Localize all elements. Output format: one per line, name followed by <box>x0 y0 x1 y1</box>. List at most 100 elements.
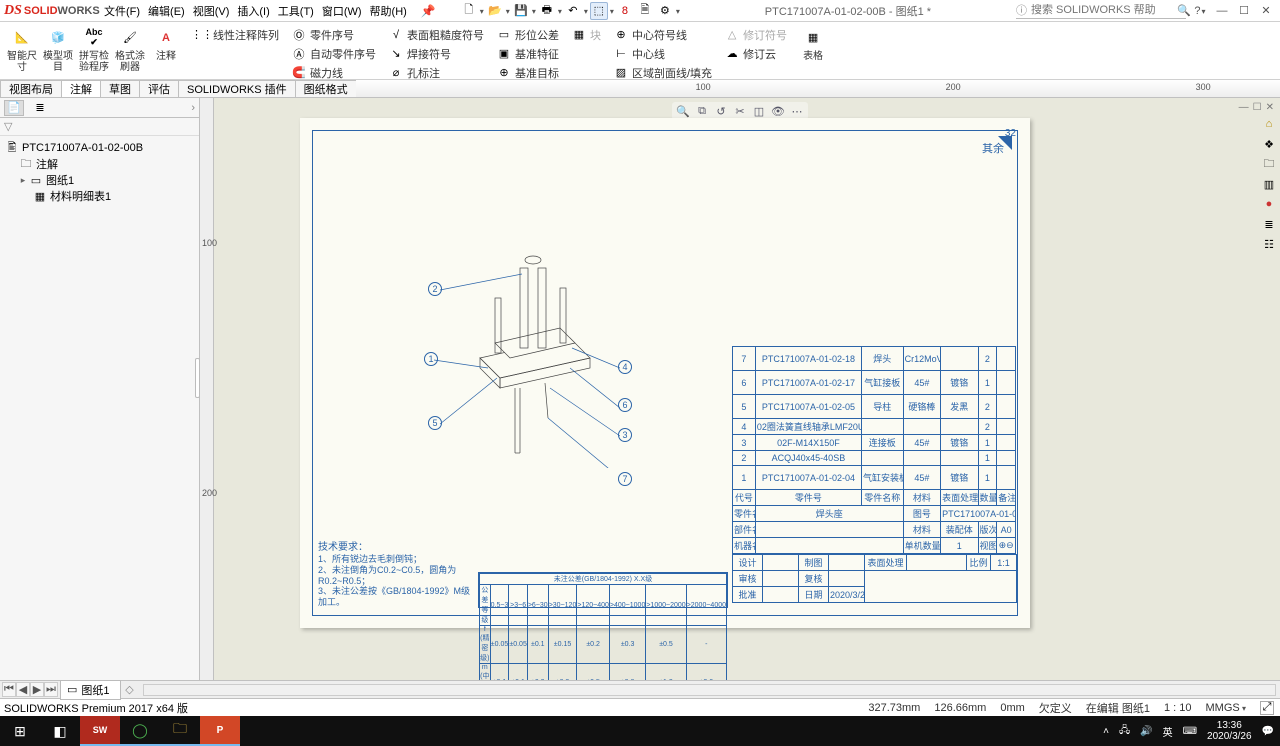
print-icon[interactable]: 🖶 <box>538 2 556 20</box>
note-button[interactable]: A注释 <box>148 24 184 64</box>
bom-row[interactable]: 2ACQJ40x45-40SB1 <box>733 451 1016 466</box>
zoom-fit-icon[interactable]: 🔍 <box>675 103 691 119</box>
linear-pattern-button[interactable]: ⋮⋮线性注释阵列 <box>190 26 283 43</box>
status-scale[interactable]: 1 : 10 <box>1164 702 1192 714</box>
search-input[interactable] <box>1031 4 1173 16</box>
options-icon[interactable]: 🗎 <box>636 2 654 20</box>
taskbar-explorer[interactable]: 🗀 <box>160 716 200 746</box>
close-button[interactable]: ✕ <box>1258 4 1274 17</box>
tree-annotations[interactable]: 🗀注解 <box>4 156 195 172</box>
expand-icon[interactable]: › <box>191 102 195 114</box>
filter-row[interactable]: ▽ <box>0 118 199 136</box>
model-items-button[interactable]: 🧊模型项目 <box>40 24 76 75</box>
datum-feature-button[interactable]: ▣基准特征 <box>492 45 563 62</box>
magnetic-line-button[interactable]: 🧲磁力线 <box>287 64 380 81</box>
bom-table[interactable]: 7PTC171007A-01-02-18焊头Cr12MoV26PTC171007… <box>732 346 1016 603</box>
minimize-button[interactable]: — <box>1214 5 1230 17</box>
hide-icon[interactable]: 👁 <box>770 103 786 119</box>
more-icon[interactable]: ⋯ <box>789 103 805 119</box>
dropdown-icon[interactable] <box>584 5 588 17</box>
dropdown-icon[interactable] <box>558 5 562 17</box>
format-painter-button[interactable]: 🖌格式涂刷器 <box>112 24 148 75</box>
display-icon[interactable]: ◫ <box>751 103 767 119</box>
taskbar-browser[interactable]: ◯ <box>120 716 160 746</box>
prev-view-icon[interactable]: ↺ <box>713 103 729 119</box>
tree-sheet[interactable]: ▸▭图纸1 <box>4 172 195 188</box>
settings-icon[interactable]: ⚙ <box>656 2 674 20</box>
property-tab[interactable]: ≣ <box>30 100 50 116</box>
tab-sketch[interactable]: 草图 <box>100 80 140 97</box>
tray-ime[interactable]: 英 <box>1163 724 1173 739</box>
doc-min-icon[interactable]: — <box>1239 102 1249 113</box>
task-view-button[interactable]: ◧ <box>40 716 80 746</box>
dropdown-icon[interactable] <box>610 5 614 17</box>
balloon-2[interactable]: 2 <box>428 282 442 296</box>
balloon-button[interactable]: Ⓞ零件序号 <box>287 26 380 43</box>
tab-evaluate[interactable]: 评估 <box>139 80 179 97</box>
bom-row[interactable]: 6PTC171007A-01-02-17气缸接板45#镀铬1 <box>733 371 1016 395</box>
tray-chevron-icon[interactable]: ˄ <box>1103 726 1109 737</box>
tray-network-icon[interactable]: 🖧 <box>1119 723 1130 740</box>
surface-finish-button[interactable]: √表面粗糙度符号 <box>384 26 488 43</box>
resources-icon[interactable]: ❖ <box>1261 136 1277 152</box>
search-box[interactable]: ⓘ 🔍 <box>1016 2 1186 19</box>
add-sheet-button[interactable]: ◇ <box>121 683 139 696</box>
tab-sheet-format[interactable]: 图纸格式 <box>295 80 357 97</box>
rebuild-icon[interactable]: 8 <box>616 2 634 20</box>
menu-insert[interactable]: 插入(I) <box>233 3 273 19</box>
undo-icon[interactable]: ↶ <box>564 2 582 20</box>
balloon-4[interactable]: 4 <box>618 360 632 374</box>
tolerance-table[interactable]: 未注公差(GB/1804-1992) X.X级 公差等级0.5~3>3~6>6~… <box>478 572 728 608</box>
view-palette-icon[interactable]: ▥ <box>1261 176 1277 192</box>
section-icon[interactable]: ✂ <box>732 103 748 119</box>
doc-close-icon[interactable]: ✕ <box>1266 102 1274 113</box>
tab-addins[interactable]: SOLIDWORKS 插件 <box>178 80 296 97</box>
tech-requirements[interactable]: 技术要求： 1、所有锐边去毛刺倒钝； 2、未注倒角为C0.2~C0.5，圆角为R… <box>318 542 478 608</box>
taskbar-powerpoint[interactable]: P <box>200 716 240 746</box>
hole-callout-button[interactable]: ⌀孔标注 <box>384 64 488 81</box>
bom-row[interactable]: 7PTC171007A-01-02-18焊头Cr12MoV2 <box>733 347 1016 371</box>
smart-dimension-button[interactable]: 📐智能尺寸 <box>4 24 40 75</box>
tab-view-layout[interactable]: 视图布局 <box>0 80 62 97</box>
tree-root[interactable]: 🖺PTC171007A-01-02-00B <box>4 140 195 156</box>
h-scrollbar[interactable] <box>143 684 1276 696</box>
next-sheet-button[interactable]: ▶ <box>30 682 44 697</box>
table-button[interactable]: ▦表格 <box>795 24 831 64</box>
drawing-sheet[interactable]: 其余 32 <box>300 118 1030 628</box>
appearances-icon[interactable]: ● <box>1261 196 1277 212</box>
bom-row[interactable]: 402圈法簧直线轴承LMF20UU2 <box>733 419 1016 435</box>
menu-edit[interactable]: 编辑(E) <box>144 3 189 19</box>
expand-toggle[interactable]: ▸ <box>18 175 28 186</box>
spell-check-button[interactable]: Abc✔拼写检验程序 <box>76 24 112 75</box>
centerline-button[interactable]: ⊢中心线 <box>609 45 716 62</box>
library-icon[interactable]: 🗀 <box>1261 156 1277 172</box>
open-icon[interactable]: 📂 <box>486 2 504 20</box>
zoom-area-icon[interactable]: ⧉ <box>694 103 710 119</box>
datum-target-button[interactable]: ⊕基准目标 <box>492 64 563 81</box>
taskbar-solidworks[interactable]: SW <box>80 716 120 746</box>
search-icon[interactable]: 🔍 <box>1177 4 1191 17</box>
center-mark-button[interactable]: ⊕中心符号线 <box>609 26 716 43</box>
menu-view[interactable]: 视图(V) <box>189 3 234 19</box>
bom-row[interactable]: 5PTC171007A-01-02-05导柱硬铬棒发黑2 <box>733 395 1016 419</box>
balloon-7[interactable]: 7 <box>618 472 632 486</box>
balloon-5[interactable]: 5 <box>428 416 442 430</box>
feature-tree-tab[interactable]: 📄 <box>4 100 24 116</box>
tray-notifications-icon[interactable]: 💬 <box>1262 726 1274 737</box>
tree-bom[interactable]: ▦材料明细表1 <box>4 188 195 204</box>
dropdown-icon[interactable] <box>532 5 536 17</box>
block-button[interactable]: ▦块 <box>567 26 605 43</box>
isometric-view[interactable]: 1 2 3 4 5 6 7 <box>420 228 620 468</box>
select-icon[interactable]: ⬚ <box>590 2 608 20</box>
prev-sheet-button[interactable]: ◀ <box>16 682 30 697</box>
balloon-3[interactable]: 3 <box>618 428 632 442</box>
tray-keyboard-icon[interactable]: ⌨ <box>1183 726 1197 737</box>
help-dropdown[interactable]: ? <box>1192 5 1208 17</box>
last-sheet-button[interactable]: ⏭ <box>44 682 58 697</box>
menu-file[interactable]: 文件(F) <box>100 3 144 19</box>
status-units[interactable]: MMGS <box>1206 702 1246 714</box>
tab-annotation[interactable]: 注解 <box>61 80 101 97</box>
new-icon[interactable]: 🗋 <box>460 2 478 20</box>
status-expand-icon[interactable]: ⤢ <box>1260 701 1274 715</box>
dropdown-icon[interactable] <box>480 5 484 17</box>
